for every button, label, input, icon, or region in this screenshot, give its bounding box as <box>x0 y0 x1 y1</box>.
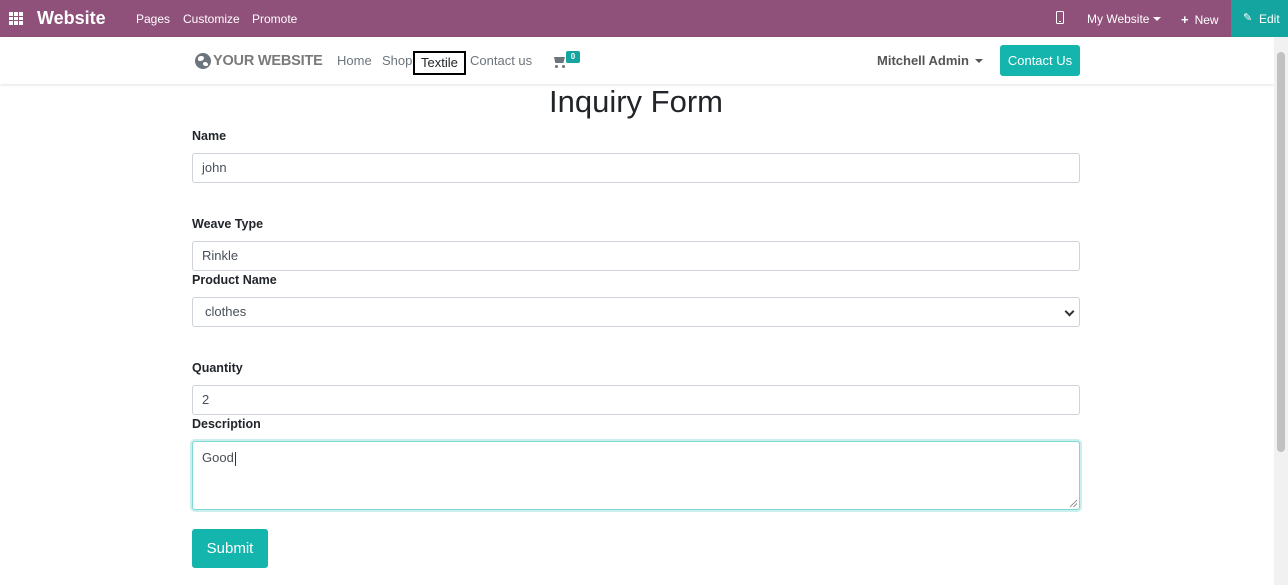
edit-button[interactable]: ✎ Edit <box>1231 0 1288 37</box>
chevron-down-icon <box>1064 306 1075 317</box>
name-input[interactable]: john <box>192 153 1080 183</box>
nav-link-shop[interactable]: Shop <box>382 53 412 68</box>
nav-link-textile[interactable]: Textile <box>413 51 466 75</box>
new-button-label: New <box>1194 13 1219 27</box>
plus-icon: + <box>1181 12 1189 27</box>
menu-promote[interactable]: Promote <box>252 12 297 26</box>
cart-icon[interactable] <box>552 56 566 68</box>
name-label: Name <box>192 129 227 143</box>
menu-pages[interactable]: Pages <box>136 12 170 26</box>
logo-text: YOUR WEBSITE <box>213 53 323 69</box>
app-title[interactable]: Website <box>37 8 106 29</box>
apps-icon[interactable] <box>9 12 23 25</box>
product-name-label: Product Name <box>192 273 277 287</box>
website-selector-label: My Website <box>1087 12 1150 26</box>
user-menu[interactable]: Mitchell Admin <box>877 53 983 68</box>
cart-count-badge: 0 <box>566 51 580 63</box>
description-textarea[interactable]: Good <box>192 441 1080 510</box>
pencil-icon: ✎ <box>1243 12 1253 24</box>
weave-type-label: Weave Type <box>192 217 264 231</box>
quantity-label: Quantity <box>192 361 243 375</box>
nav-link-home[interactable]: Home <box>337 53 372 68</box>
weave-type-input[interactable]: Rinkle <box>192 241 1080 271</box>
website-selector[interactable]: My Website <box>1087 12 1162 26</box>
product-name-selected: clothes <box>205 304 247 319</box>
website-navbar: YOUR WEBSITE Home Shop Textile Contact u… <box>0 37 1274 84</box>
edit-button-label: Edit <box>1259 12 1280 26</box>
submit-button[interactable]: Submit <box>192 529 268 568</box>
resize-handle-icon[interactable] <box>1070 500 1077 507</box>
text-cursor <box>234 451 236 466</box>
page-title: Inquiry Form <box>549 84 723 119</box>
contact-us-button[interactable]: Contact Us <box>1000 45 1080 76</box>
description-text: Good <box>202 450 234 465</box>
website-admin-bar: Website Pages Customize Promote My Websi… <box>0 0 1288 37</box>
scrollbar-thumb[interactable] <box>1277 52 1285 452</box>
caret-down-icon <box>974 58 983 63</box>
globe-icon <box>195 53 211 69</box>
site-logo[interactable]: YOUR WEBSITE <box>195 51 323 71</box>
product-name-select[interactable]: clothes <box>192 297 1080 327</box>
nav-link-contact-us[interactable]: Contact us <box>470 53 532 68</box>
quantity-input[interactable]: 2 <box>192 385 1080 415</box>
menu-customize[interactable]: Customize <box>183 12 240 26</box>
mobile-preview-icon[interactable] <box>1056 11 1064 24</box>
caret-down-icon <box>1153 16 1162 21</box>
new-button[interactable]: + New <box>1181 12 1219 27</box>
user-name: Mitchell Admin <box>877 53 969 68</box>
description-label: Description <box>192 417 261 431</box>
